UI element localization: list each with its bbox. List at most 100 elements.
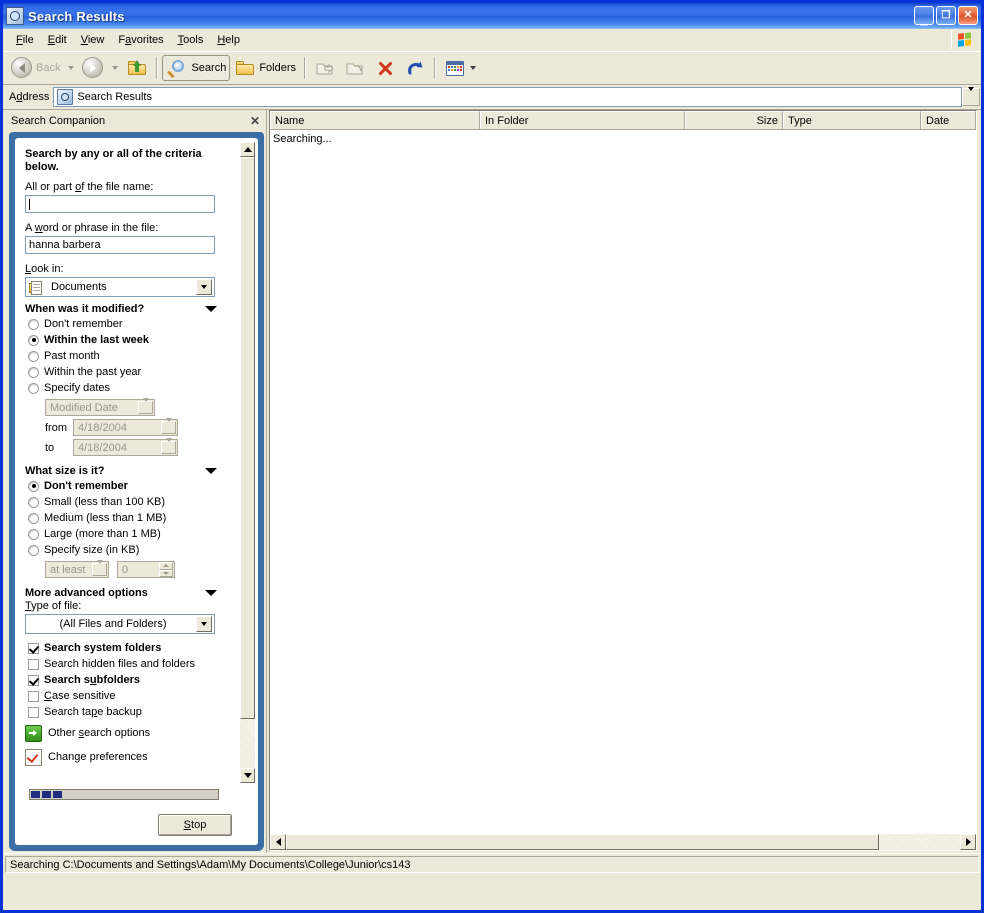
stop-button[interactable]: Stop xyxy=(158,814,232,836)
advanced-section-header[interactable]: More advanced options xyxy=(25,587,221,599)
word-phrase-input[interactable]: hanna barbera xyxy=(25,236,215,254)
results-horizontal-scrollbar[interactable] xyxy=(270,834,976,850)
column-size[interactable]: Size xyxy=(685,111,783,129)
size-operator-dropdown-button[interactable] xyxy=(92,559,107,576)
maximize-button[interactable]: ❐ xyxy=(936,6,956,25)
close-companion-icon[interactable]: ✕ xyxy=(250,114,260,128)
look-in-dropdown-button[interactable] xyxy=(196,279,212,295)
views-chevron-down-icon[interactable] xyxy=(470,66,477,70)
results-list-body[interactable]: Searching... xyxy=(270,130,976,834)
forward-button[interactable] xyxy=(78,55,108,81)
back-button[interactable]: Back xyxy=(7,55,64,81)
size-option-large[interactable]: Large (more than 1 MB) xyxy=(25,526,231,542)
date-to-dropdown-button[interactable] xyxy=(161,437,176,454)
companion-footer: Stop xyxy=(15,783,258,845)
copy-to-button[interactable] xyxy=(340,55,370,81)
size-option-dont-remember[interactable]: Don't remember xyxy=(25,478,231,494)
modified-option-dont-remember[interactable]: Don't remember xyxy=(25,316,231,332)
menu-help[interactable]: Help xyxy=(210,32,247,48)
address-input[interactable]: Search Results xyxy=(53,87,962,107)
hscroll-thumb[interactable] xyxy=(286,834,880,850)
column-label: In Folder xyxy=(485,114,529,127)
green-arrow-icon xyxy=(25,724,42,742)
forward-history-chevron-down-icon[interactable] xyxy=(112,66,119,70)
modified-option-past-year[interactable]: Within the past year xyxy=(25,364,231,380)
search-companion-header: Search Companion ✕ xyxy=(3,110,266,132)
modified-option-label: Within the last week xyxy=(44,334,150,346)
radio-icon xyxy=(28,512,39,524)
advanced-section-title: More advanced options xyxy=(25,587,148,599)
move-to-button[interactable] xyxy=(310,55,340,81)
type-of-file-dropdown-button[interactable] xyxy=(196,616,212,632)
hscroll-track[interactable] xyxy=(286,834,960,850)
modified-section-header[interactable]: When was it modified? xyxy=(25,303,221,315)
size-option-specify[interactable]: Specify size (in KB) xyxy=(25,542,231,558)
menu-tools[interactable]: Tools xyxy=(171,32,211,48)
column-in-folder[interactable]: In Folder xyxy=(480,111,685,129)
radio-icon-selected xyxy=(28,334,39,346)
size-operator-combo[interactable]: at least xyxy=(45,559,109,578)
close-button[interactable]: ✕ xyxy=(958,6,978,25)
size-option-medium[interactable]: Medium (less than 1 MB) xyxy=(25,510,231,526)
delete-button[interactable] xyxy=(370,55,400,81)
checkbox-search-hidden-files[interactable]: Search hidden files and folders xyxy=(25,656,231,672)
scroll-thumb[interactable] xyxy=(240,157,255,720)
radio-icon xyxy=(28,350,39,362)
filename-input[interactable] xyxy=(25,195,215,213)
checkbox-search-subfolders[interactable]: Search subfolders xyxy=(25,672,231,688)
views-button[interactable] xyxy=(440,55,484,81)
results-status-text: Searching... xyxy=(273,133,332,145)
back-history-chevron-down-icon[interactable] xyxy=(68,66,75,70)
size-option-label: Don't remember xyxy=(44,480,128,492)
modified-option-specify-dates[interactable]: Specify dates xyxy=(25,380,231,396)
address-dropdown-button[interactable] xyxy=(962,87,980,106)
look-in-combo[interactable]: Documents xyxy=(25,277,215,297)
date-from-value: 4/18/2004 xyxy=(78,421,127,434)
stepper-up-icon[interactable] xyxy=(159,562,173,570)
scroll-up-button[interactable] xyxy=(240,142,255,157)
search-icon xyxy=(166,57,188,79)
folders-button[interactable]: Folders xyxy=(230,55,300,81)
size-amount-stepper[interactable]: 0 xyxy=(117,561,175,578)
scroll-right-button[interactable] xyxy=(960,834,976,850)
up-one-level-button[interactable] xyxy=(122,55,152,81)
column-date[interactable]: Date xyxy=(921,111,976,129)
stepper-down-icon[interactable] xyxy=(159,569,173,577)
search-button[interactable]: Search xyxy=(162,55,231,81)
change-preferences-link[interactable]: Change preferences xyxy=(25,746,231,768)
minimize-button[interactable]: _ xyxy=(914,6,934,26)
views-icon xyxy=(444,57,466,79)
modified-option-last-week[interactable]: Within the last week xyxy=(25,332,231,348)
modified-option-past-month[interactable]: Past month xyxy=(25,348,231,364)
menu-favorites[interactable]: Favorites xyxy=(111,32,170,48)
chevron-down-icon xyxy=(201,622,207,626)
date-from-combo[interactable]: 4/18/2004 xyxy=(73,417,178,436)
menu-edit[interactable]: Edit xyxy=(41,32,74,48)
checkbox-search-system-folders[interactable]: Search system folders xyxy=(25,640,231,656)
results-listview[interactable]: Name In Folder Size Type Date Searching.… xyxy=(269,110,977,851)
date-type-dropdown-button[interactable] xyxy=(138,397,153,414)
companion-scrollbar[interactable] xyxy=(239,142,255,783)
date-to-combo[interactable]: 4/18/2004 xyxy=(73,437,178,456)
menu-file[interactable]: FFileile xyxy=(9,32,41,48)
scroll-left-button[interactable] xyxy=(270,834,286,850)
size-section-header[interactable]: What size is it? xyxy=(25,465,221,477)
checkbox-search-tape-backup[interactable]: Search tape backup xyxy=(25,704,231,720)
date-from-dropdown-button[interactable] xyxy=(161,417,176,434)
checkbox-case-sensitive[interactable]: Case sensitive xyxy=(25,688,231,704)
column-name[interactable]: Name xyxy=(270,111,480,129)
menu-view[interactable]: View xyxy=(74,32,112,48)
column-type[interactable]: Type xyxy=(783,111,921,129)
window-controls: _ ❐ ✕ xyxy=(914,6,978,26)
stop-button-wrap: Stop xyxy=(29,814,246,836)
size-option-small[interactable]: Small (less than 100 KB) xyxy=(25,494,231,510)
modified-option-label: Specify dates xyxy=(44,382,111,394)
scroll-down-button[interactable] xyxy=(240,768,255,783)
date-type-combo[interactable]: Modified Date xyxy=(45,397,155,416)
copy-to-icon xyxy=(344,57,366,79)
other-search-options-link[interactable]: Other search options xyxy=(25,722,231,744)
undo-button[interactable] xyxy=(400,55,430,81)
type-of-file-combo[interactable]: (All Files and Folders) xyxy=(25,614,215,634)
scroll-track[interactable] xyxy=(240,157,255,768)
stepper-buttons[interactable] xyxy=(159,562,173,577)
